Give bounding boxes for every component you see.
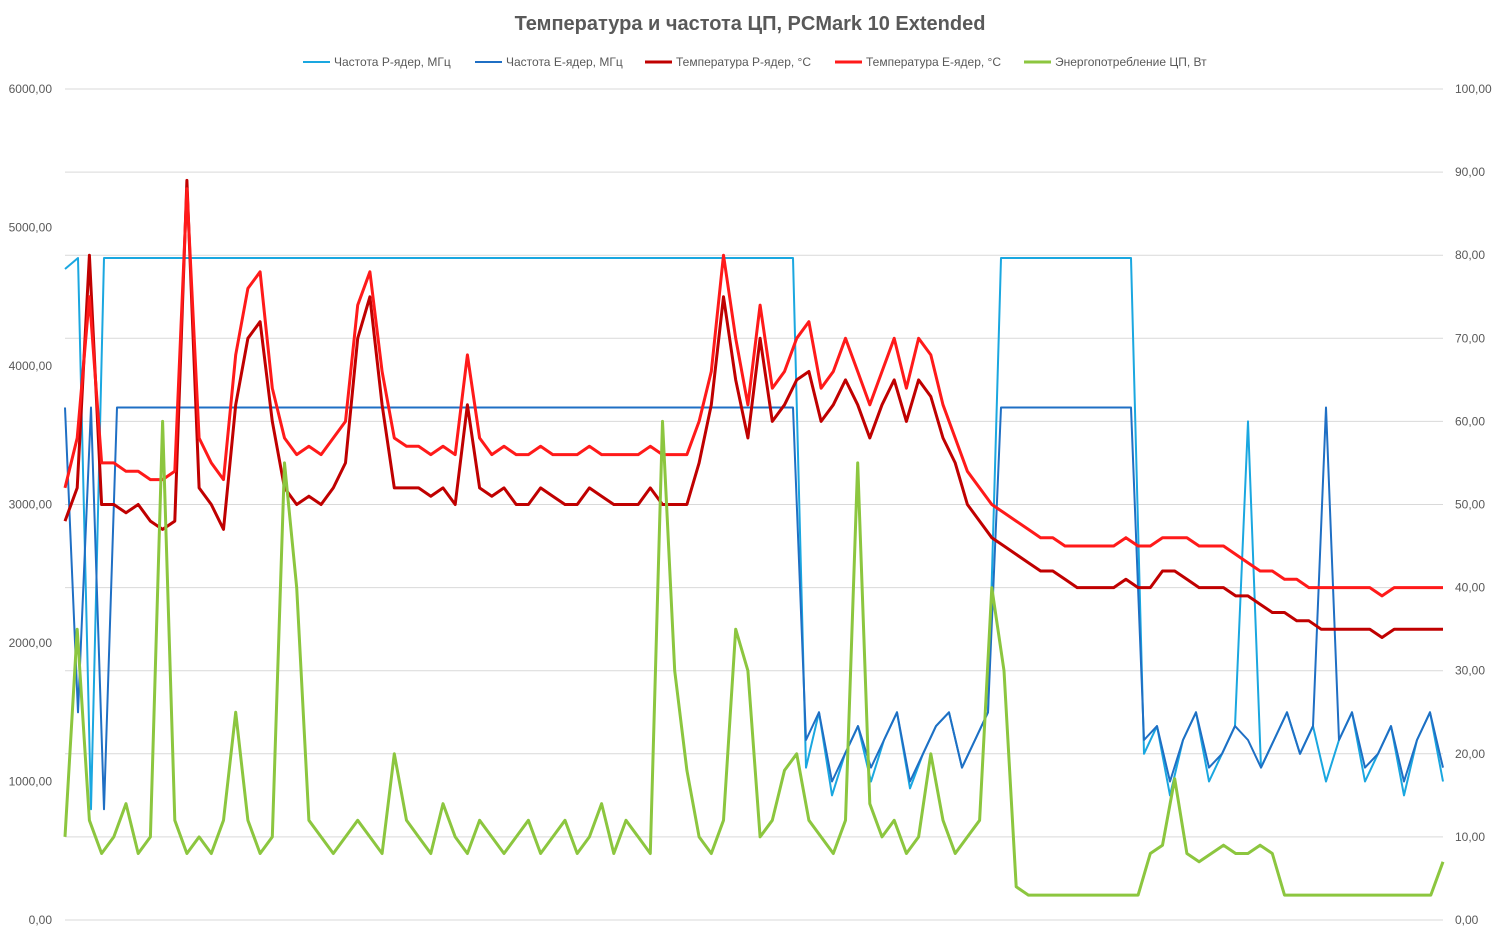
right-tick-label: 60,00 xyxy=(1455,414,1485,428)
left-tick-label: 3000,00 xyxy=(9,498,53,512)
legend: Частота P-ядер, МГц Частота E-ядер, МГц Те… xyxy=(303,55,1207,69)
right-tick-label: 50,00 xyxy=(1455,498,1485,512)
right-tick-label: 70,00 xyxy=(1455,331,1485,345)
series-line-5 xyxy=(63,419,1445,897)
right-tick-label: 40,00 xyxy=(1455,581,1485,595)
right-tick-label: 0,00 xyxy=(1455,913,1479,927)
left-tick-label: 5000,00 xyxy=(9,221,53,235)
left-tick-label: 2000,00 xyxy=(9,636,53,650)
right-axis: 0,00 10,00 20,00 30,00 40,00 50,00 60,00 70,00 8… xyxy=(1455,82,1492,927)
left-tick-label: 0,00 xyxy=(29,913,53,927)
series-line-3 xyxy=(63,178,1443,639)
right-tick-label: 90,00 xyxy=(1455,165,1485,179)
legend-label: Температура E-ядер, °C xyxy=(866,55,1001,69)
legend-label: Энергопотребление ЦП, Вт xyxy=(1055,55,1207,69)
chart-container: Температура и частота ЦП, PCMark 10 Exte… xyxy=(0,0,1500,937)
series-lines xyxy=(63,178,1445,897)
legend-label: Частота E-ядер, МГц xyxy=(506,55,623,69)
left-tick-label: 6000,00 xyxy=(9,82,53,96)
left-tick-label: 1000,00 xyxy=(9,775,53,789)
left-tick-label: 4000,00 xyxy=(9,359,53,373)
left-axis: 0,00 1000,00 2000,00 3000,00 4000,00 5000,00 6… xyxy=(9,82,53,927)
right-tick-label: 30,00 xyxy=(1455,664,1485,678)
right-tick-label: 10,00 xyxy=(1455,830,1485,844)
right-tick-label: 20,00 xyxy=(1455,747,1485,761)
grid-lines xyxy=(65,88,1443,921)
right-tick-label: 80,00 xyxy=(1455,248,1485,262)
chart-svg: 0,00 1000,00 2000,00 3000,00 4000,00 5000,00 6… xyxy=(9,55,1492,927)
legend-label: Температура P-ядер, °C xyxy=(676,55,811,69)
legend-label: Частота P-ядер, МГц xyxy=(334,55,451,69)
right-tick-label: 100,00 xyxy=(1455,82,1492,96)
